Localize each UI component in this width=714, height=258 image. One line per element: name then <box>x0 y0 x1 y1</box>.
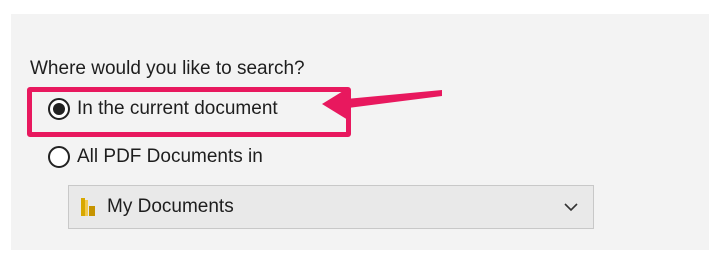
radio-button-unchecked[interactable] <box>48 146 70 168</box>
chevron-down-icon[interactable] <box>563 199 579 215</box>
location-dropdown[interactable]: My Documents <box>68 185 594 229</box>
search-scope-question: Where would you like to search? <box>30 58 305 79</box>
location-dropdown-value: My Documents <box>107 196 234 217</box>
radio-label-all-pdf-documents: All PDF Documents in <box>77 146 263 167</box>
radio-option-all-pdf-documents[interactable]: All PDF Documents in <box>48 146 263 168</box>
radio-option-current-document[interactable]: In the current document <box>48 98 278 120</box>
radio-label-current-document: In the current document <box>77 98 278 119</box>
radio-button-checked[interactable] <box>48 98 70 120</box>
folder-icon <box>79 196 97 218</box>
